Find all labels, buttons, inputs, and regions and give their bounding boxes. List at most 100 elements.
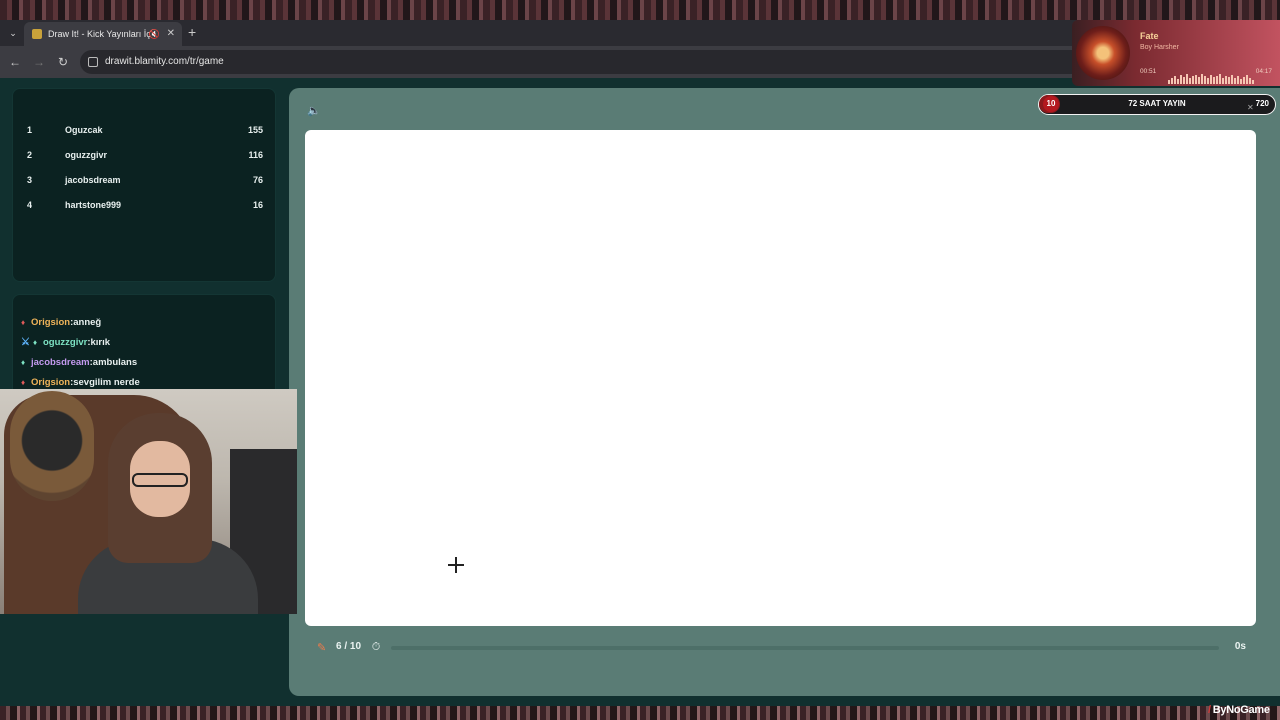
tab-search-chevron-icon[interactable]: ⌄ bbox=[6, 26, 20, 40]
waveform-bar bbox=[1213, 77, 1215, 84]
song-title: Fate bbox=[1140, 31, 1159, 41]
user-badge-icon: ♦ bbox=[21, 318, 26, 327]
webcam-glasses bbox=[132, 473, 188, 487]
volume-icon[interactable]: 🔈 bbox=[307, 104, 321, 117]
chat-username[interactable]: Origsion bbox=[31, 317, 70, 328]
moderator-badge-icon: ⚔ bbox=[21, 337, 30, 348]
waveform-bar bbox=[1225, 76, 1227, 84]
waveform-bar bbox=[1210, 75, 1212, 84]
waveform-bar bbox=[1216, 76, 1218, 84]
leaderboard-rank: 3 bbox=[27, 175, 33, 185]
reload-icon[interactable]: ↻ bbox=[56, 54, 70, 70]
leaderboard-row: 2 oguzzgivr 116 bbox=[27, 148, 263, 164]
tab-close-icon[interactable]: ✕ bbox=[167, 22, 175, 46]
time-progress-bar bbox=[391, 646, 1219, 650]
channel-watermark: / ByNoGame bbox=[1208, 704, 1270, 716]
chat-text: :sevgilim nerde bbox=[70, 377, 140, 388]
waveform-bar bbox=[1186, 74, 1188, 84]
waveform-bar bbox=[1201, 74, 1203, 84]
tab-muted-icon[interactable]: 🔇 bbox=[149, 22, 160, 46]
back-arrow-icon[interactable]: ← bbox=[8, 54, 22, 70]
leaderboard-name: jacobsdream bbox=[65, 175, 121, 185]
waveform-bar bbox=[1171, 78, 1173, 84]
url-text: drawit.blamity.com/tr/game bbox=[105, 56, 224, 67]
site-favicon-icon bbox=[32, 29, 42, 39]
waveform-bar bbox=[1198, 77, 1200, 84]
leaderboard-row: 1 Oguzcak 155 bbox=[27, 123, 263, 139]
chat-text: :kırık bbox=[87, 337, 111, 348]
waveform-bar bbox=[1177, 79, 1179, 84]
leaderboard-rank: 1 bbox=[27, 125, 33, 135]
waveform-bar bbox=[1252, 80, 1254, 84]
song-artist: Boy Harsher bbox=[1140, 44, 1179, 51]
watermark-text: ByNoGame bbox=[1212, 704, 1270, 716]
waveform-bar bbox=[1231, 75, 1233, 84]
game-status-bar: ✎ 6 / 10 ⏱ 0s bbox=[305, 636, 1256, 660]
leaderboard-rank: 2 bbox=[27, 150, 33, 160]
waveform-bar bbox=[1234, 78, 1236, 84]
time-left: 0s bbox=[1234, 641, 1246, 652]
chat-message: ♦ Origsion:anneğ bbox=[21, 317, 101, 333]
waveform-bar bbox=[1237, 76, 1239, 84]
pencil-icon: ✎ bbox=[317, 642, 327, 654]
album-art bbox=[1076, 26, 1130, 80]
game-area: 🔈 ✎ 6 / 10 ⏱ 0s bbox=[289, 88, 1280, 696]
chat-text: :anneğ bbox=[70, 317, 102, 328]
waveform-bar bbox=[1246, 75, 1248, 84]
waveform-bar bbox=[1195, 75, 1197, 84]
waveform-bar bbox=[1207, 78, 1209, 84]
leaderboard-name: hartstone999 bbox=[65, 200, 122, 210]
waveform-bar bbox=[1189, 78, 1191, 84]
forward-arrow-icon[interactable]: → bbox=[32, 54, 46, 70]
waveform-bar bbox=[1222, 78, 1224, 84]
tab-title: Draw It! - Kick Yayınları İçin bbox=[48, 29, 158, 39]
drawing-canvas[interactable] bbox=[305, 130, 1256, 626]
waveform-bar bbox=[1192, 76, 1194, 84]
leaderboard-name: oguzzgivr bbox=[65, 150, 107, 160]
leaderboard-score: 76 bbox=[252, 175, 263, 185]
leaderboard-row: 3 jacobsdream 76 bbox=[27, 173, 263, 189]
song-duration: 04:17 bbox=[1255, 68, 1272, 75]
webcam-streamer bbox=[108, 413, 212, 613]
leaderboard-rank: 4 bbox=[27, 200, 33, 210]
now-playing-widget: Fate Boy Harsher 00:51 04:17 bbox=[1072, 20, 1280, 86]
waveform-bar bbox=[1228, 77, 1230, 84]
waveform-bar bbox=[1183, 77, 1185, 84]
leaderboard-score: 16 bbox=[252, 200, 263, 210]
waveform-bar bbox=[1168, 80, 1170, 84]
waveform-bar bbox=[1240, 79, 1242, 84]
waveform-bar bbox=[1249, 78, 1251, 84]
goal-close-icon: ✕ bbox=[1247, 103, 1254, 112]
address-bar[interactable]: drawit.blamity.com/tr/game bbox=[80, 50, 1200, 74]
site-info-icon[interactable] bbox=[88, 57, 98, 67]
user-badge-icon: ♦ bbox=[33, 338, 38, 347]
user-badge-icon: ♦ bbox=[21, 378, 26, 387]
goal-label: 72 SAAT YAYIN bbox=[1128, 99, 1186, 108]
chat-username[interactable]: oguzzgivr bbox=[43, 337, 87, 348]
tab-draw-it[interactable]: Draw It! - Kick Yayınları İçin 🔇 ✕ bbox=[24, 22, 182, 46]
cursor-crosshair-icon bbox=[448, 557, 464, 573]
stream-backdrop-top bbox=[0, 0, 1280, 20]
waveform-bar bbox=[1180, 75, 1182, 84]
new-tab-button[interactable]: + bbox=[188, 24, 196, 40]
chat-text: :ambulans bbox=[89, 357, 138, 368]
stream-goal-bar: 10 72 SAAT YAYIN ✕ 720 bbox=[1038, 94, 1276, 115]
leaderboard-score: 116 bbox=[248, 150, 263, 160]
chat-username[interactable]: jacobsdream bbox=[31, 357, 90, 368]
waveform-bar bbox=[1219, 74, 1221, 84]
chat-message: ♦ jacobsdream:ambulans bbox=[21, 357, 137, 373]
chat-message: ⚔ ♦ oguzzgivr:kırık bbox=[21, 337, 110, 353]
leaderboard-name: Oguzcak bbox=[65, 125, 103, 135]
song-elapsed: 00:51 bbox=[1140, 68, 1157, 75]
stream-backdrop-bottom bbox=[0, 706, 1280, 720]
user-badge-icon: ♦ bbox=[21, 358, 26, 367]
leaderboard-score: 155 bbox=[247, 125, 263, 135]
chat-username[interactable]: Origsion bbox=[31, 377, 70, 388]
webcam-fur-hood bbox=[10, 391, 94, 501]
waveform-bar bbox=[1204, 76, 1206, 84]
audio-waveform bbox=[1168, 66, 1260, 84]
goal-target: 720 bbox=[1255, 99, 1269, 108]
timer-icon: ⏱ bbox=[371, 641, 381, 653]
round-counter: 6 / 10 bbox=[336, 641, 362, 652]
leaderboard-row: 4 hartstone999 16 bbox=[27, 198, 263, 214]
